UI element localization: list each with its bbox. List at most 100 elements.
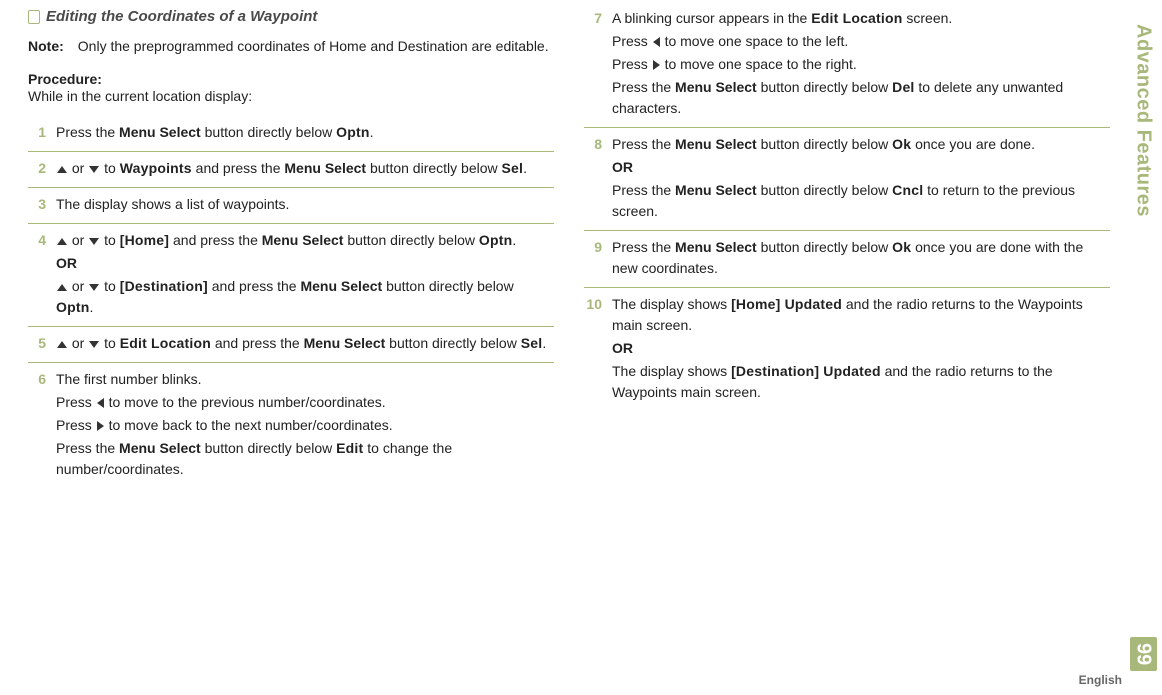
text: button directly below: [757, 182, 892, 198]
text: or: [68, 335, 88, 351]
ui-del: Del: [892, 79, 914, 95]
step-10: 10 The display shows [Home] Updated and …: [584, 288, 1110, 411]
menu-select-label: Menu Select: [304, 335, 386, 351]
text: and press the: [169, 232, 262, 248]
text: A blinking cursor appears in the: [612, 10, 811, 26]
text: to: [100, 335, 119, 351]
step-body: The display shows [Home] Updated and the…: [612, 294, 1110, 405]
step-number: 6: [28, 369, 46, 482]
step-5: 5 or to Edit Location and press the Menu…: [28, 327, 554, 363]
ui-destination: [Destination]: [120, 278, 208, 294]
note-text: Only the preprogrammed coordinates of Ho…: [78, 37, 549, 57]
text: button directly below: [382, 278, 514, 294]
step-number: 5: [28, 333, 46, 356]
heading-text: Editing the Coordinates of a Waypoint: [46, 8, 317, 25]
book-icon: [28, 10, 40, 24]
ui-sel: Sel: [521, 335, 543, 351]
step-9: 9 Press the Menu Select button directly …: [584, 231, 1110, 288]
left-column: Editing the Coordinates of a Waypoint No…: [28, 8, 554, 687]
text: .: [512, 232, 516, 248]
procedure-intro: While in the current location display:: [28, 87, 554, 107]
or-label: OR: [56, 253, 554, 274]
step-number: 1: [28, 122, 46, 145]
step-number: 2: [28, 158, 46, 181]
text: Press: [56, 394, 96, 410]
ui-sel: Sel: [502, 160, 524, 176]
or-label: OR: [612, 157, 1110, 178]
step-body: or to [Home] and press the Menu Select b…: [56, 230, 554, 320]
ui-edit: Edit: [336, 440, 363, 456]
text: Press the: [612, 79, 675, 95]
ui-waypoints: Waypoints: [120, 160, 192, 176]
text: to: [100, 232, 119, 248]
step-2: 2 or to Waypoints and press the Menu Sel…: [28, 152, 554, 188]
menu-select-label: Menu Select: [675, 136, 757, 152]
menu-select-label: Menu Select: [675, 182, 757, 198]
page: Editing the Coordinates of a Waypoint No…: [0, 0, 1162, 695]
side-section-title: Advanced Features: [1132, 24, 1155, 217]
up-arrow-icon: [57, 238, 67, 245]
ui-cncl: Cncl: [892, 182, 923, 198]
text: Press: [56, 417, 96, 433]
text: Press the: [56, 440, 119, 456]
ui-optn: Optn: [56, 299, 89, 315]
menu-select-label: Menu Select: [119, 124, 201, 140]
menu-select-label: Menu Select: [300, 278, 382, 294]
text: .: [542, 335, 546, 351]
text: The first number blinks.: [56, 369, 554, 390]
text: to move one space to the left.: [661, 33, 849, 49]
menu-select-label: Menu Select: [675, 239, 757, 255]
text: button directly below: [757, 136, 892, 152]
ui-optn: Optn: [479, 232, 512, 248]
menu-select-label: Menu Select: [284, 160, 366, 176]
step-body: Press the Menu Select button directly be…: [612, 237, 1110, 281]
ui-optn: Optn: [336, 124, 369, 140]
text: button directly below: [385, 335, 520, 351]
language-label: English: [1079, 673, 1122, 687]
step-6: 6 The first number blinks. Press to move…: [28, 363, 554, 488]
text: or: [68, 278, 88, 294]
text: The display shows: [612, 296, 731, 312]
step-body: Press the Menu Select button directly be…: [56, 122, 554, 145]
text: button directly below: [757, 79, 892, 95]
step-8: 8 Press the Menu Select button directly …: [584, 128, 1110, 231]
down-arrow-icon: [89, 166, 99, 173]
procedure-label: Procedure:: [28, 71, 554, 87]
page-number: 99: [1130, 637, 1157, 671]
note-label: Note:: [28, 37, 64, 57]
text: Press: [612, 56, 652, 72]
text: once you are done.: [911, 136, 1035, 152]
right-column: 7 A blinking cursor appears in the Edit …: [584, 8, 1142, 687]
step-4: 4 or to [Home] and press the Menu Select…: [28, 224, 554, 327]
ui-ok: Ok: [892, 136, 911, 152]
procedure-block: Procedure: While in the current location…: [28, 71, 554, 107]
text: Press the: [56, 124, 119, 140]
text: screen.: [903, 10, 953, 26]
text: to move to the previous number/coordinat…: [105, 394, 386, 410]
step-7: 7 A blinking cursor appears in the Edit …: [584, 8, 1110, 128]
text: button directly below: [343, 232, 478, 248]
step-number: 4: [28, 230, 46, 320]
menu-select-label: Menu Select: [675, 79, 757, 95]
ui-home-updated: [Home] Updated: [731, 296, 842, 312]
text: The display shows: [612, 363, 731, 379]
step-body: or to Edit Location and press the Menu S…: [56, 333, 554, 356]
text: to move one space to the right.: [661, 56, 857, 72]
text: to: [100, 278, 119, 294]
step-number: 7: [584, 8, 602, 121]
note: Note: Only the preprogrammed coordinates…: [28, 37, 554, 57]
text: and press the: [208, 278, 301, 294]
text: to move back to the next number/coordina…: [105, 417, 393, 433]
text: Press the: [612, 239, 675, 255]
side-rail: Advanced Features 99: [1128, 24, 1158, 671]
ui-ok: Ok: [892, 239, 911, 255]
step-body: The display shows a list of waypoints.: [56, 194, 554, 217]
menu-select-label: Menu Select: [119, 440, 201, 456]
ui-edit-location: Edit Location: [811, 10, 902, 26]
text: button directly below: [201, 440, 336, 456]
right-arrow-icon: [97, 421, 104, 431]
text: or: [68, 160, 88, 176]
text: .: [89, 299, 93, 315]
text: and press the: [192, 160, 285, 176]
down-arrow-icon: [89, 284, 99, 291]
